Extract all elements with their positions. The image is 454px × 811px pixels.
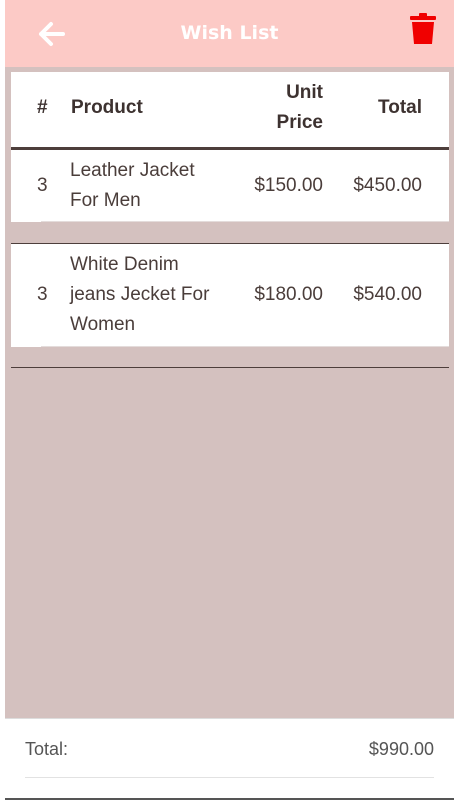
row-product-line: White Denim [70,254,179,275]
clear-wishlist-button[interactable] [409,13,437,45]
app-header: Wish List [5,0,454,67]
total-label: Total: [25,739,69,759]
total-footer: Total: $990.00 [5,718,454,811]
column-header-unit-price: Unit Price [277,78,323,138]
page-title: Wish List [180,22,279,44]
column-header-number: # [37,97,48,118]
footer-divider [25,777,434,778]
row-total: $540.00 [353,284,422,305]
row-quantity: 3 [37,175,48,196]
row-divider [41,221,449,222]
row-product-line: Leather Jacket [70,160,195,181]
column-header-product: Product [71,97,143,118]
footer-bottom-divider [5,798,454,800]
table-row[interactable]: 3 Leather Jacket For Men $150.00 $450.00 [11,150,449,222]
row-product: White Denim jeans Jecket For Women [70,250,209,340]
row-product-line: jeans Jecket For [70,284,210,305]
row-quantity: 3 [37,284,48,305]
row-total: $450.00 [353,175,422,196]
column-header-unit-price-line1: Unit [286,82,323,103]
row-divider [41,346,449,347]
row-unit-price: $180.00 [254,284,323,305]
column-header-total: Total [378,97,422,118]
trash-icon [410,13,436,44]
row-product-line: Women [70,314,136,335]
row-product-line: For Men [70,190,141,211]
column-header-unit-price-line2: Price [276,112,323,133]
row-product: Leather Jacket For Men [70,156,195,216]
table-header: # Product Unit Price Total [11,72,449,147]
row-unit-price: $150.00 [254,175,323,196]
total-value: $990.00 [368,739,434,759]
table-bottom-divider [11,367,449,368]
table-row[interactable]: 3 White Denim jeans Jecket For Women $18… [11,243,449,347]
